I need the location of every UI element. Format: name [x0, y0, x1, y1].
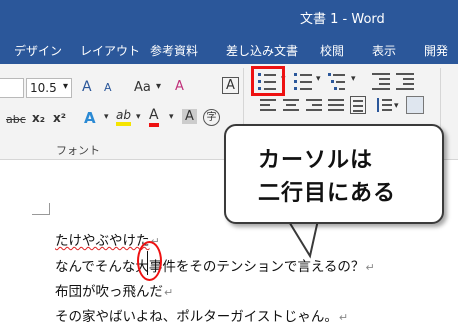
callout-line-2: 二行目にある — [258, 181, 397, 206]
callout-bubble — [224, 124, 444, 224]
clear-formatting-icon[interactable]: A — [175, 79, 184, 94]
bullets-highlight-box — [251, 66, 285, 96]
chevron-down-icon[interactable]: ▾ — [104, 112, 109, 122]
line-spacing-icon[interactable] — [376, 98, 392, 114]
tab-design[interactable]: デザイン — [14, 42, 62, 59]
callout-line-1: カーソルは — [258, 148, 374, 173]
line-1-text: たけやぶやけた — [55, 233, 150, 249]
tab-references[interactable]: 参考資料 — [150, 42, 198, 59]
chevron-down-icon[interactable]: ▾ — [316, 74, 321, 84]
tab-mailings[interactable]: 差し込み文書 — [226, 42, 298, 59]
line-4-text: その家やばいよね、ポルターガイストじゃん。 — [55, 309, 338, 325]
paragraph-mark: ↵ — [164, 286, 174, 299]
highlight-color-icon[interactable]: ab — [116, 108, 131, 126]
document-line-3[interactable]: 布団が吹っ飛んだ↵ — [55, 280, 173, 300]
chevron-down-icon[interactable]: ▾ — [156, 81, 161, 92]
subscript-button[interactable]: x₂ — [32, 111, 45, 125]
margin-marker — [49, 203, 50, 215]
distributed-icon[interactable] — [350, 96, 366, 114]
line-2-text-after: 事件をそのテンションで言えるの？ — [148, 259, 365, 275]
window-title: 文書 1 - Word — [300, 12, 385, 27]
character-shading-icon[interactable]: A — [182, 109, 197, 124]
tab-developer[interactable]: 開発 — [424, 42, 448, 59]
paragraph-mark: ↵ — [365, 261, 375, 274]
character-border-icon[interactable]: A — [222, 77, 239, 94]
multilevel-list-icon[interactable] — [328, 72, 348, 92]
numbering-icon[interactable] — [294, 72, 314, 92]
enclose-characters-icon[interactable]: 字 — [203, 109, 220, 126]
increase-indent-icon[interactable] — [396, 72, 414, 92]
chevron-down-icon[interactable]: ▾ — [169, 112, 174, 122]
font-size-box[interactable]: 10.5 ▾ — [26, 78, 72, 98]
font-name-box[interactable] — [0, 78, 24, 98]
text-effects-icon[interactable]: A — [84, 109, 96, 127]
title-bar: 文書 1 - Word — [0, 0, 458, 34]
grow-font-icon[interactable]: A — [82, 79, 92, 95]
align-right-icon[interactable] — [306, 98, 322, 114]
chevron-down-icon[interactable]: ▾ — [394, 101, 399, 111]
change-case-button[interactable]: Aa — [134, 80, 151, 95]
document-line-2[interactable]: なんでそんな大事件をそのテンションで言えるの？↵ — [55, 255, 375, 275]
align-left-icon[interactable] — [260, 98, 276, 114]
shading-icon[interactable] — [406, 96, 424, 114]
align-center-icon[interactable] — [283, 98, 299, 114]
superscript-button[interactable]: x² — [53, 111, 66, 125]
line-2-text-before: なんでそんな大 — [55, 259, 149, 275]
tab-layout[interactable]: レイアウト — [80, 42, 140, 59]
font-color-icon[interactable]: A — [149, 107, 159, 127]
chevron-down-icon[interactable]: ▾ — [351, 74, 356, 84]
document-line-4[interactable]: その家やばいよね、ポルターガイストじゃん。↵ — [55, 305, 348, 325]
paragraph-mark: ↵ — [338, 311, 349, 324]
font-size-value: 10.5 — [30, 81, 57, 95]
ribbon-tabs: デザイン レイアウト 参考資料 差し込み文書 校閲 表示 開発 — [0, 34, 458, 64]
font-group-label: フォント — [56, 144, 100, 157]
strikethrough-button[interactable]: abc — [6, 113, 26, 126]
tab-review[interactable]: 校閲 — [320, 42, 344, 59]
cursor-highlight-circle — [137, 241, 162, 281]
chevron-down-icon[interactable]: ▾ — [136, 112, 141, 122]
shrink-font-icon[interactable]: A — [104, 81, 112, 94]
tab-view[interactable]: 表示 — [372, 42, 396, 59]
decrease-indent-icon[interactable] — [372, 72, 390, 92]
line-3-text: 布団が吹っ飛んだ — [55, 284, 163, 300]
font-size-arrow[interactable]: ▾ — [63, 81, 68, 92]
justify-icon[interactable] — [328, 98, 344, 114]
margin-marker — [32, 214, 50, 215]
